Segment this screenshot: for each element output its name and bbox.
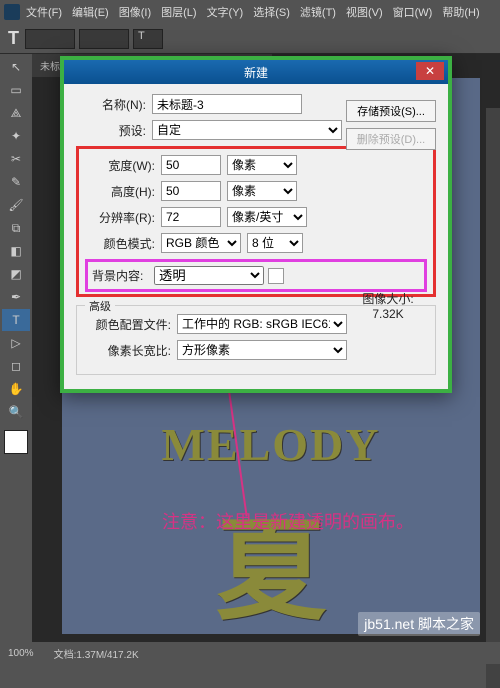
path-tool-icon[interactable]: ▷ xyxy=(2,332,30,354)
dialog-titlebar[interactable]: 新建 ✕ xyxy=(64,60,448,84)
status-bar: 100% 文档:1.37M/417.2K xyxy=(0,642,500,664)
background-select[interactable]: 透明 xyxy=(154,266,264,285)
delete-preset-button: 删除预设(D)... xyxy=(346,128,436,150)
close-button[interactable]: ✕ xyxy=(416,62,444,80)
advanced-legend: 高级 xyxy=(85,298,115,314)
width-input[interactable] xyxy=(161,155,221,175)
ps-logo-icon xyxy=(4,4,20,20)
width-unit-select[interactable]: 像素 xyxy=(227,155,297,175)
color-swatch[interactable] xyxy=(4,430,28,454)
type-tool-icon[interactable]: T xyxy=(2,309,30,331)
right-panel-collapsed[interactable] xyxy=(486,108,500,688)
aspect-label: 像素长宽比: xyxy=(83,342,171,359)
menu-edit[interactable]: 编辑(E) xyxy=(72,4,109,20)
color-profile-select[interactable]: 工作中的 RGB: sRGB IEC619 xyxy=(177,314,347,334)
marquee-tool-icon[interactable]: ▭ xyxy=(2,79,30,101)
menu-window[interactable]: 窗口(W) xyxy=(393,4,433,20)
advanced-fieldset: 高级 颜色配置文件: 工作中的 RGB: sRGB IEC619 像素长宽比: … xyxy=(76,305,436,375)
font-style-select[interactable] xyxy=(79,29,129,49)
type-tool-icon: T xyxy=(8,28,19,49)
menu-view[interactable]: 视图(V) xyxy=(346,4,383,20)
new-document-dialog: 新建 ✕ 名称(N): 预设: 自定 存储预设(S)... 删除预设(D)...… xyxy=(60,56,452,393)
name-label: 名称(N): xyxy=(76,96,146,113)
font-family-select[interactable] xyxy=(25,29,75,49)
font-size-select[interactable]: T xyxy=(133,29,163,49)
wand-tool-icon[interactable]: ✦ xyxy=(2,125,30,147)
preset-select[interactable]: 自定 xyxy=(152,120,342,140)
doc-size: 文档:1.37M/417.2K xyxy=(54,646,139,661)
save-preset-button[interactable]: 存储预设(S)... xyxy=(346,100,436,122)
toolbox: ↖ ▭ ⟁ ✦ ✂ ✎ 🖌 ⧉ ◧ ◩ ✒ T ▷ ◻ ✋ 🔍 xyxy=(0,54,32,664)
brush-tool-icon[interactable]: 🖌 xyxy=(2,194,30,216)
height-label: 高度(H): xyxy=(85,183,155,200)
preset-label: 预设: xyxy=(76,122,146,139)
lasso-tool-icon[interactable]: ⟁ xyxy=(2,102,30,124)
menu-help[interactable]: 帮助(H) xyxy=(442,4,479,20)
resolution-label: 分辨率(R): xyxy=(85,209,155,226)
watermark: jb51.net 脚本之家 xyxy=(358,612,480,636)
height-unit-select[interactable]: 像素 xyxy=(227,181,297,201)
menu-file[interactable]: 文件(F) xyxy=(26,4,62,20)
profile-label: 颜色配置文件: xyxy=(83,316,171,333)
annotation-text: 注意：这里是新建透明的画布。 xyxy=(162,508,414,534)
menu-bar: 文件(F) 编辑(E) 图像(I) 图层(L) 文字(Y) 选择(S) 滤镜(T… xyxy=(0,0,500,24)
pen-tool-icon[interactable]: ✒ xyxy=(2,286,30,308)
options-bar: T T xyxy=(0,24,500,54)
crop-tool-icon[interactable]: ✂ xyxy=(2,148,30,170)
eraser-tool-icon[interactable]: ◧ xyxy=(2,240,30,262)
menu-image[interactable]: 图像(I) xyxy=(119,4,151,20)
dialog-title: 新建 xyxy=(244,64,268,81)
height-input[interactable] xyxy=(161,181,221,201)
pixel-aspect-select[interactable]: 方形像素 xyxy=(177,340,347,360)
move-tool-icon[interactable]: ↖ xyxy=(2,56,30,78)
eyedropper-tool-icon[interactable]: ✎ xyxy=(2,171,30,193)
bit-depth-select[interactable]: 8 位 xyxy=(247,233,303,253)
background-label: 背景内容: xyxy=(92,267,154,284)
name-input[interactable] xyxy=(152,94,302,114)
zoom-tool-icon[interactable]: 🔍 xyxy=(2,401,30,423)
width-label: 宽度(W): xyxy=(85,157,155,174)
resolution-input[interactable] xyxy=(161,207,221,227)
background-swatch[interactable] xyxy=(268,268,284,284)
zoom-level[interactable]: 100% xyxy=(8,648,34,659)
shape-tool-icon[interactable]: ◻ xyxy=(2,355,30,377)
hand-tool-icon[interactable]: ✋ xyxy=(2,378,30,400)
color-mode-select[interactable]: RGB 颜色 xyxy=(161,233,241,253)
menu-filter[interactable]: 滤镜(T) xyxy=(300,4,336,20)
menu-type[interactable]: 文字(Y) xyxy=(207,4,244,20)
highlight-red-box: 宽度(W): 像素 高度(H): 像素 分辨率(R): 像素/英寸 颜色模式: … xyxy=(76,146,436,297)
resolution-unit-select[interactable]: 像素/英寸 xyxy=(227,207,307,227)
color-mode-label: 颜色模式: xyxy=(85,235,155,252)
canvas-text-melody: MELODY xyxy=(62,418,480,471)
menu-layer[interactable]: 图层(L) xyxy=(161,4,196,20)
stamp-tool-icon[interactable]: ⧉ xyxy=(2,217,30,239)
menu-select[interactable]: 选择(S) xyxy=(253,4,290,20)
highlight-pink-box: 背景内容: 透明 xyxy=(85,259,427,292)
gradient-tool-icon[interactable]: ◩ xyxy=(2,263,30,285)
